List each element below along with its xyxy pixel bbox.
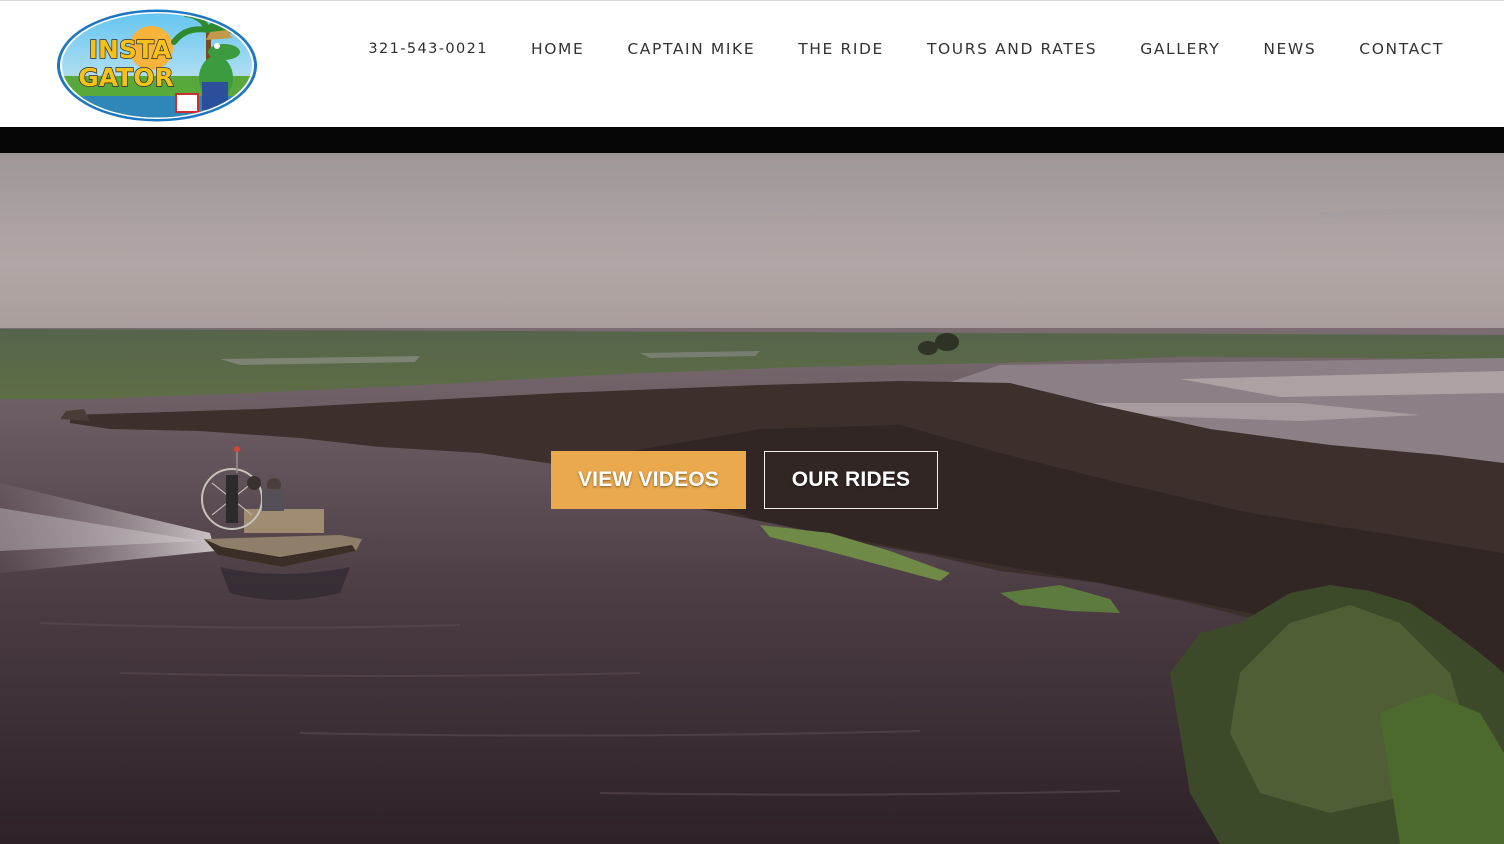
our-rides-button[interactable]: OUR RIDES bbox=[764, 451, 938, 509]
insta-gator-logo[interactable]: INSTA GATOR bbox=[56, 8, 258, 123]
nav-item-captain-mike[interactable]: CAPTAIN MIKE bbox=[627, 40, 755, 58]
video-letterbox-bar bbox=[0, 127, 1504, 153]
svg-text:INSTA: INSTA bbox=[89, 35, 172, 64]
airboat-marsh-scene bbox=[0, 153, 1504, 844]
nav-item-gallery[interactable]: GALLERY bbox=[1140, 40, 1220, 58]
hero-video: VIEW VIDEOS OUR RIDES bbox=[0, 153, 1504, 844]
site-header: INSTA GATOR 321-543-0021 HOME CAPTAIN MI… bbox=[0, 0, 1504, 127]
nav-item-home[interactable]: HOME bbox=[531, 40, 584, 58]
main-nav: 321-543-0021 HOME CAPTAIN MIKE THE RIDE … bbox=[368, 39, 1444, 59]
nav-item-contact[interactable]: CONTACT bbox=[1359, 40, 1444, 58]
nav-phone-link[interactable]: 321-543-0021 bbox=[368, 41, 488, 57]
nav-item-tours-and-rates[interactable]: TOURS AND RATES bbox=[927, 40, 1097, 58]
nav-item-the-ride[interactable]: THE RIDE bbox=[798, 40, 884, 58]
nav-item-news[interactable]: NEWS bbox=[1263, 40, 1316, 58]
svg-text:GATOR: GATOR bbox=[78, 63, 173, 92]
view-videos-button[interactable]: VIEW VIDEOS bbox=[551, 451, 746, 509]
